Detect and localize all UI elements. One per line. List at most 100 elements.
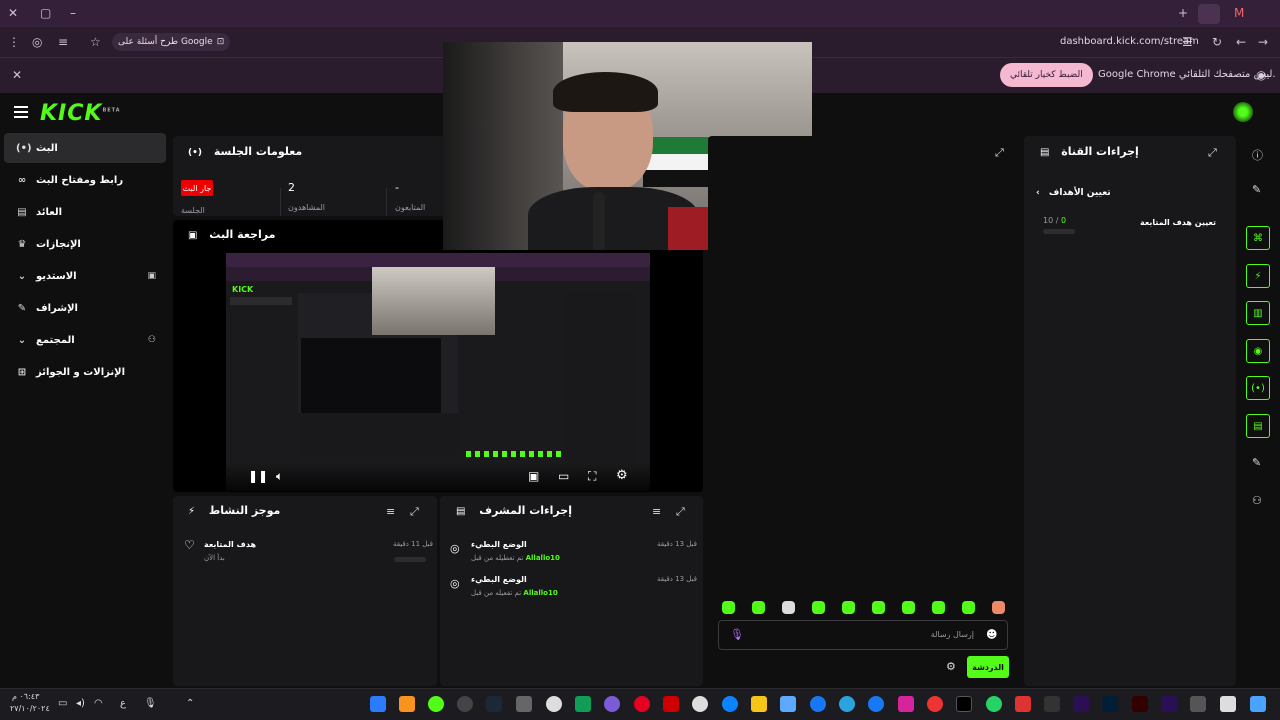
sidebar-item-community[interactable]: ⌄ المجتمع ⚇ — [4, 325, 166, 355]
taskbar-pinterest-icon[interactable] — [634, 696, 650, 712]
taskbar-chrome-icon[interactable] — [428, 696, 444, 712]
sidebar-item-revenue[interactable]: ▤ العائد — [4, 197, 166, 227]
filter-icon[interactable]: ≡ — [652, 505, 661, 518]
taskbar-copilot-icon[interactable] — [780, 696, 796, 712]
toolbar-button-channel[interactable]: ▤ — [1246, 414, 1270, 438]
url-text[interactable]: dashboard.kick.com/stream — [1060, 36, 1199, 47]
sidebar-item-stream-key[interactable]: ∞ رابط ومفتاح البث — [4, 165, 166, 195]
sidebar-item-studio[interactable]: ⌄ الاستديو ▣ — [4, 261, 166, 291]
gmail-tab-icon[interactable]: M — [1234, 6, 1244, 20]
emote-6[interactable] — [872, 601, 885, 614]
pip-icon[interactable]: ▣ — [528, 469, 539, 483]
taskbar-chatgpt-icon[interactable] — [546, 696, 562, 712]
emote-3[interactable] — [782, 601, 795, 614]
active-tab[interactable] — [1198, 4, 1220, 24]
taskbar-pr-icon[interactable] — [1161, 696, 1177, 712]
new-tab-icon[interactable]: + — [1178, 6, 1188, 20]
tray-expand-icon[interactable]: ⌃ — [186, 698, 194, 709]
stream-preview-video[interactable]: KICK ❚❚ 🔈︎ ▣ ▭ ⛶ ⚙ — [226, 253, 650, 491]
taskbar-app-12[interactable] — [692, 696, 708, 712]
taskbar-app-1[interactable] — [370, 696, 386, 712]
bookmark-star-icon[interactable]: ☆ — [90, 35, 101, 49]
emote-8[interactable] — [932, 601, 945, 614]
taskbar-steam-icon[interactable] — [486, 696, 502, 712]
toolbar-button-lightning[interactable]: ⚡︎ — [1246, 264, 1270, 288]
mod-item-user[interactable]: Allallo10 — [526, 554, 560, 562]
user-avatar[interactable] — [1233, 102, 1253, 122]
reload-icon[interactable]: ↻ — [1212, 35, 1222, 49]
emote-1[interactable] — [722, 601, 735, 614]
battery-icon[interactable]: ▭ — [58, 698, 67, 709]
chat-popout-icon[interactable]: ⤢ — [995, 146, 1004, 160]
taskbar-app-11[interactable] — [663, 696, 679, 712]
taskbar-messenger-icon[interactable] — [810, 696, 826, 712]
taskbar-taskview-icon[interactable] — [1220, 696, 1236, 712]
fullscreen-icon[interactable]: ⛶ — [588, 469, 596, 484]
toolbar-button-clipboard[interactable]: ▥ — [1246, 301, 1270, 325]
forward-icon[interactable]: ← — [1236, 35, 1246, 49]
back-icon[interactable]: → — [1258, 35, 1268, 49]
sidebar-item-drops[interactable]: ⊞ الإنزالات و الجوائز — [4, 357, 166, 387]
clock-date[interactable]: ٢٧/١٠/٢٠٢٤ — [10, 704, 50, 713]
taskbar-ai-icon[interactable] — [1132, 696, 1148, 712]
minimize-window-icon[interactable]: – — [70, 6, 76, 20]
taskbar-app-9[interactable] — [604, 696, 620, 712]
emote-7[interactable] — [902, 601, 915, 614]
toolbar-button-focus[interactable]: ⌘ — [1246, 226, 1270, 250]
taskbar-app-29[interactable] — [1190, 696, 1206, 712]
taskbar-drive-icon[interactable] — [575, 696, 591, 712]
taskbar-app-2[interactable] — [399, 696, 415, 712]
windows-start-icon[interactable] — [1250, 696, 1266, 712]
microphone-icon[interactable]: 🎙︎ — [730, 628, 744, 641]
taskbar-ps-icon[interactable] — [1102, 696, 1118, 712]
hamburger-menu-icon[interactable] — [14, 106, 28, 118]
taskbar-tiktok-icon[interactable] — [956, 696, 972, 712]
taskbar-edge-icon[interactable] — [722, 696, 738, 712]
taskbar-instagram-icon[interactable] — [898, 696, 914, 712]
speaker-icon[interactable]: ◂) — [76, 698, 85, 709]
mod-item-user[interactable]: Allallo10 — [523, 589, 557, 597]
taskbar-app-4[interactable] — [457, 696, 473, 712]
sidebar-item-stream[interactable]: (•) البث — [4, 133, 166, 163]
maximize-window-icon[interactable]: ▢ — [40, 6, 51, 20]
popout-icon[interactable]: ⤢ — [410, 505, 419, 519]
emote-2[interactable] — [752, 601, 765, 614]
reader-icon[interactable]: ≡ — [58, 35, 68, 49]
goals-back-link[interactable]: ‹ تعيين الأهداف — [1036, 188, 1111, 198]
taskbar-ae-icon[interactable] — [1073, 696, 1089, 712]
chat-settings-icon[interactable]: ⚙ — [946, 660, 956, 673]
taskbar-chrome2-icon[interactable] — [927, 696, 943, 712]
chat-send-button[interactable]: الدردشة — [967, 656, 1009, 678]
extensions-icon[interactable]: ◎ — [32, 35, 42, 49]
language-indicator[interactable]: ع — [120, 698, 126, 709]
toolbar-button-broadcast[interactable]: (•) — [1246, 376, 1270, 400]
edit-icon[interactable]: ✎ — [1252, 183, 1261, 196]
close-window-icon[interactable]: ✕ — [8, 6, 18, 20]
popout-icon[interactable]: ⤢ — [1208, 146, 1217, 160]
taskbar-app-23[interactable] — [1015, 696, 1031, 712]
wifi-icon[interactable]: ◠ — [94, 698, 103, 709]
emote-4[interactable] — [812, 601, 825, 614]
wrench-icon[interactable]: ✎ — [1252, 456, 1261, 469]
sidebar-item-moderation[interactable]: ✎ الإشراف — [4, 293, 166, 323]
info-icon[interactable]: ⓘ — [1252, 147, 1263, 163]
taskbar-whatsapp-icon[interactable] — [986, 696, 1002, 712]
settings-gear-icon[interactable]: ⚙ — [616, 468, 628, 483]
set-default-button[interactable]: الضبط كخيار تلقائي — [1000, 63, 1093, 87]
community-icon[interactable]: ⚇ — [1252, 494, 1262, 507]
popout-icon[interactable]: ⤢ — [676, 505, 685, 519]
taskbar-facebook-icon[interactable] — [868, 696, 884, 712]
emote-5[interactable] — [842, 601, 855, 614]
toolbar-button-chat[interactable]: ◉ — [1246, 339, 1270, 363]
emoji-icon[interactable]: ☻ — [986, 628, 997, 641]
clock-time[interactable]: ٠٦:٤٣ م — [12, 692, 39, 701]
taskbar-telegram-icon[interactable] — [839, 696, 855, 712]
emote-10[interactable] — [992, 601, 1005, 614]
close-infobar-icon[interactable]: ✕ — [12, 68, 22, 82]
volume-icon[interactable]: 🔈︎ — [276, 469, 283, 484]
google-search-chip[interactable]: طرح أسئلة على Google ⊡ — [112, 33, 231, 51]
filter-icon[interactable]: ≡ — [386, 505, 395, 518]
menu-dots-icon[interactable]: ⋮ — [8, 35, 20, 49]
theater-icon[interactable]: ▭ — [558, 469, 569, 483]
taskbar-capcut-icon[interactable] — [1044, 696, 1060, 712]
